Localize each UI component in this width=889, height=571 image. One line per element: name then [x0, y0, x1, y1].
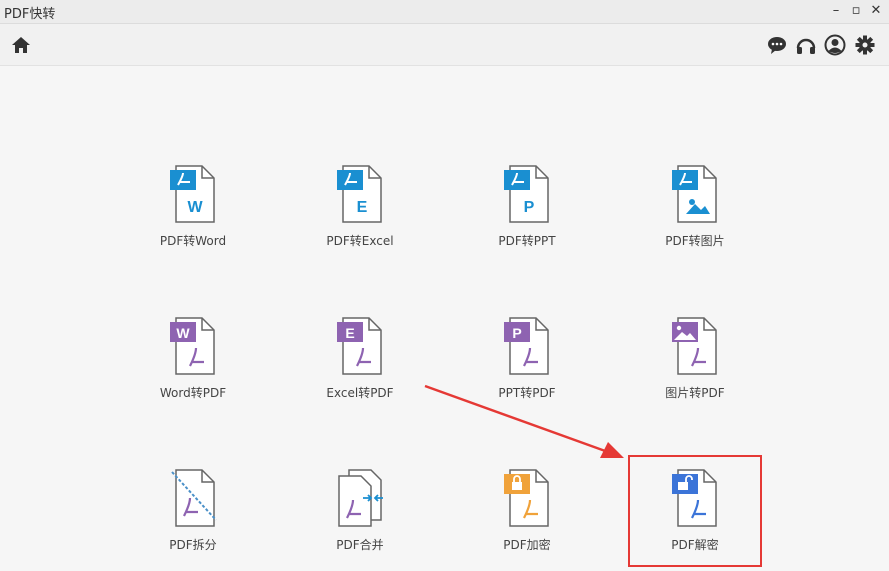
annotation-highlight-box: [628, 455, 762, 567]
